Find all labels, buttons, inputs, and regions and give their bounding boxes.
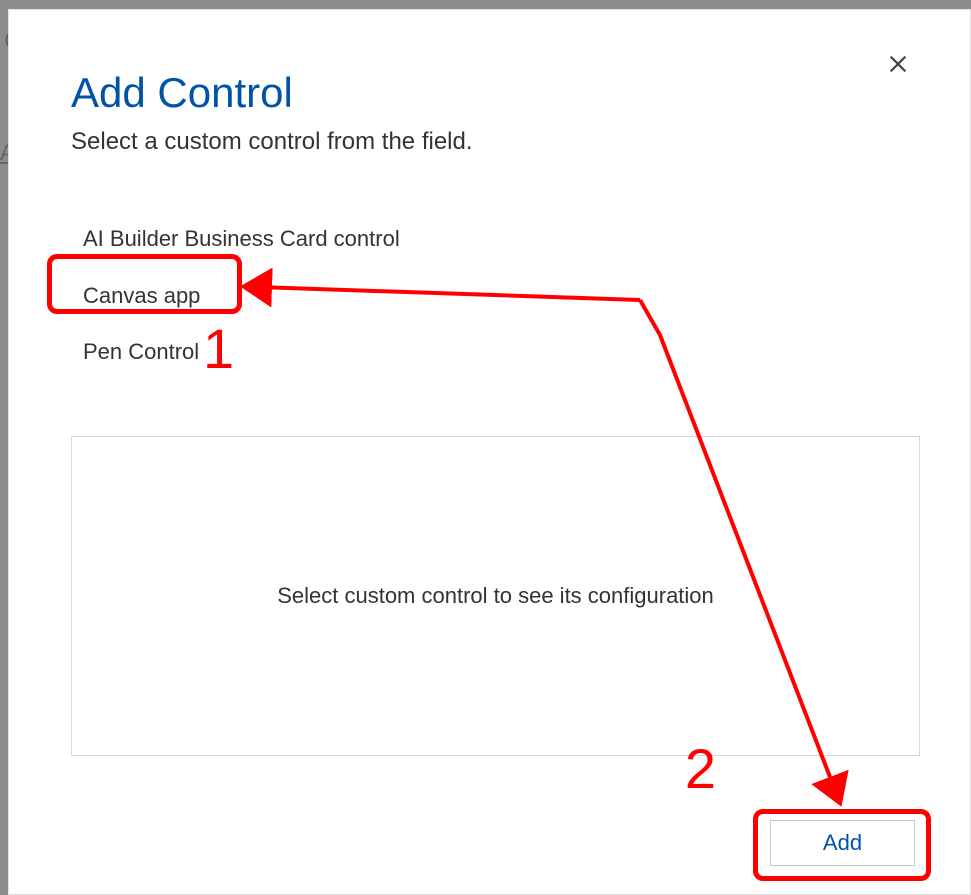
control-item-canvas-app[interactable]: Canvas app <box>61 268 461 325</box>
add-button[interactable]: Add <box>770 820 915 866</box>
configuration-panel: Select custom control to see its configu… <box>71 436 920 756</box>
control-item-pen-control[interactable]: Pen Control <box>61 324 461 381</box>
close-button[interactable] <box>878 45 918 85</box>
configuration-placeholder: Select custom control to see its configu… <box>277 583 714 609</box>
dialog-footer: Add <box>770 820 915 866</box>
dialog-subtitle: Select a custom control from the field. <box>71 128 908 156</box>
dialog-header: Add Control Select a custom control from… <box>9 10 970 156</box>
add-control-dialog: Add Control Select a custom control from… <box>8 9 971 895</box>
control-item-label: AI Builder Business Card control <box>83 226 400 251</box>
control-item-label: Canvas app <box>83 283 200 308</box>
control-item-label: Pen Control <box>83 339 199 364</box>
control-item-ai-builder[interactable]: AI Builder Business Card control <box>61 211 461 268</box>
close-icon <box>887 53 909 78</box>
dialog-title: Add Control <box>71 70 908 116</box>
control-list: AI Builder Business Card control Canvas … <box>61 211 461 381</box>
